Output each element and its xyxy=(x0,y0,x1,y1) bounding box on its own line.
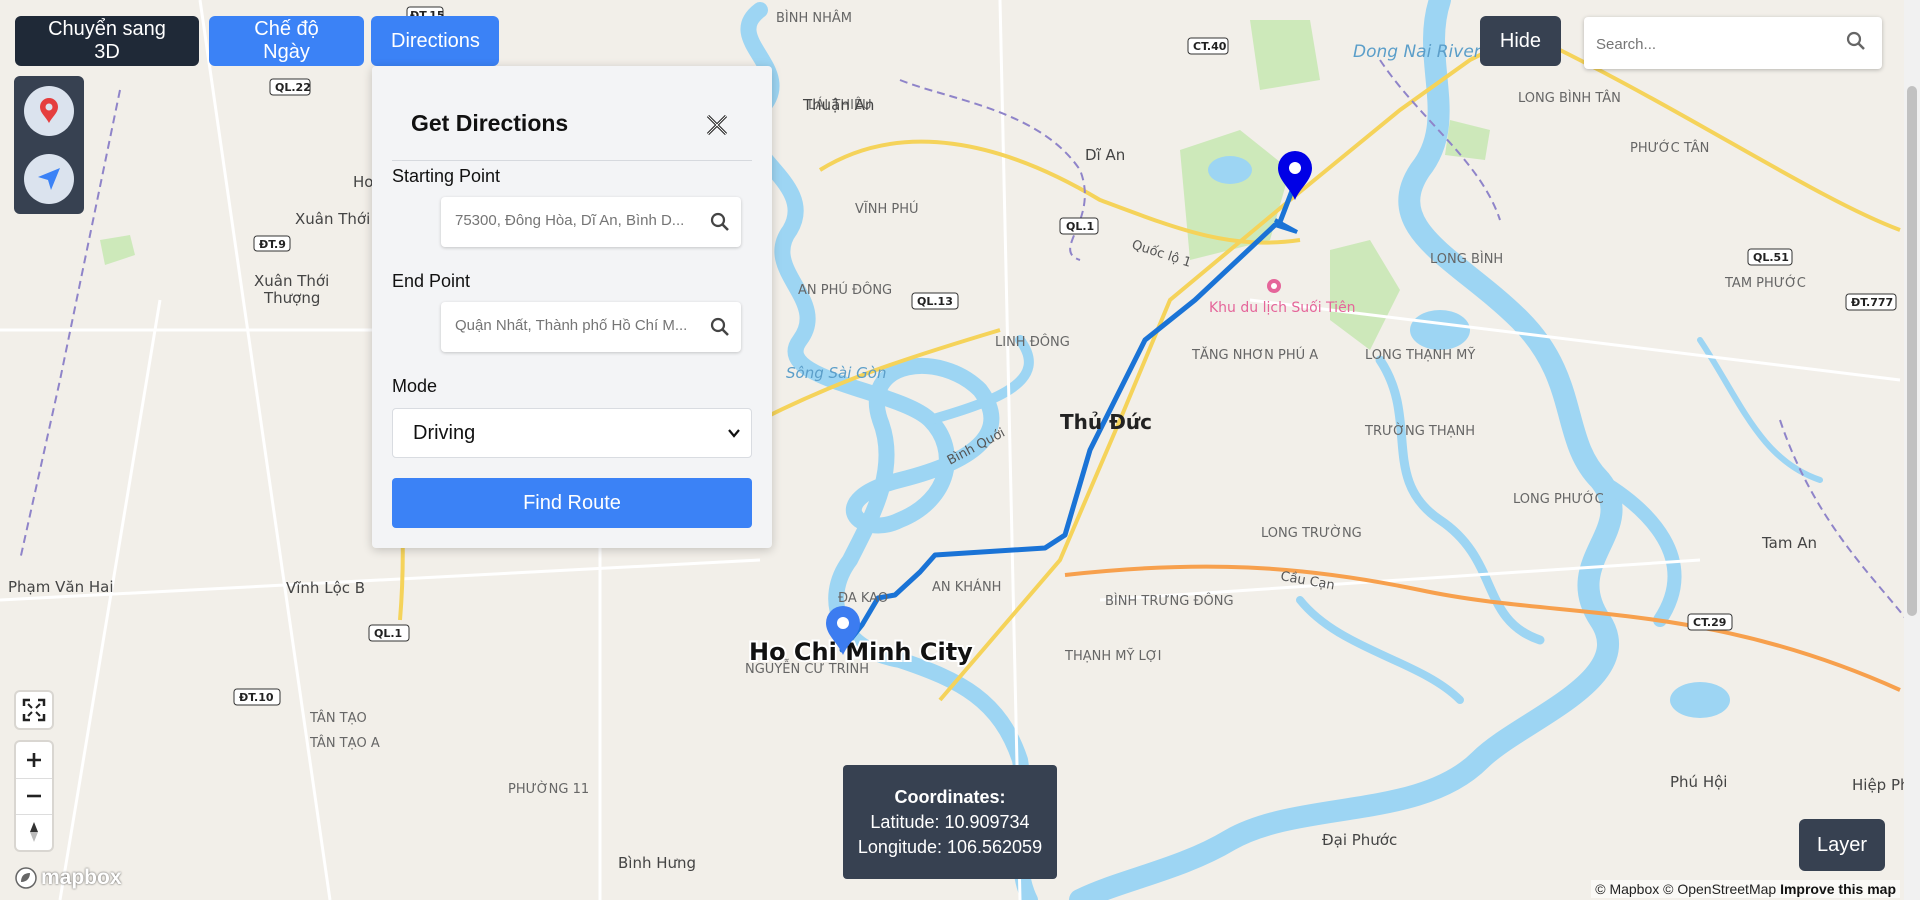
toggle-3d-button[interactable]: Chuyển sang 3D xyxy=(15,16,199,66)
route-badge: QL.22 xyxy=(275,81,311,94)
map-place-label: Phạm Văn Hai xyxy=(8,578,114,596)
compass-icon xyxy=(30,822,38,842)
map-place-label: TĂNG NHƠN PHÚ A xyxy=(1191,347,1318,363)
mode-selected-value: Driving xyxy=(413,422,476,444)
map-place-label: LONG THẠNH MỸ xyxy=(1365,347,1475,363)
starting-point-field xyxy=(441,197,741,247)
divider xyxy=(392,160,752,161)
route-badge: QL.1 xyxy=(1066,220,1094,233)
hide-button[interactable]: Hide xyxy=(1480,16,1561,66)
directions-panel: Get Directions Starting Point End Point … xyxy=(372,66,772,548)
layer-button[interactable]: Layer xyxy=(1799,819,1885,871)
search-icon[interactable] xyxy=(1846,31,1866,51)
navigation-button[interactable] xyxy=(24,154,74,204)
river-label: Sông Sài Gòn xyxy=(786,364,886,382)
find-route-button[interactable]: Find Route xyxy=(392,478,752,528)
longitude-text: Longitude: 106.562059 xyxy=(857,837,1043,857)
attribution: © Mapbox © OpenStreetMap Improve this ma… xyxy=(1591,880,1900,898)
map-place-label: PHƯỚC TÂN xyxy=(1630,140,1709,156)
map-place-label: AN KHÁNH xyxy=(932,579,1001,595)
improve-map-link[interactable]: Improve this map xyxy=(1780,881,1896,897)
mode-select[interactable]: Driving xyxy=(392,408,752,458)
left-toolbar xyxy=(14,76,84,214)
location-pin-button[interactable] xyxy=(24,86,74,136)
navigation-arrow-icon xyxy=(38,168,60,190)
map-place-label: VĨNH PHÚ xyxy=(855,201,919,217)
panel-title: Get Directions xyxy=(411,110,569,136)
route-badge: QL.51 xyxy=(1753,251,1789,264)
map-place-label: ĐA KAO xyxy=(838,591,888,606)
coordinates-panel: Coordinates: Latitude: 10.909734 Longitu… xyxy=(843,765,1057,879)
end-point-label: End Point xyxy=(392,271,471,291)
map-place-label: Vĩnh Lộc B xyxy=(286,579,365,597)
close-icon[interactable] xyxy=(702,110,732,140)
route-badge: QL.1 xyxy=(374,627,402,640)
map-place-label: TRƯỜNG THẠNH xyxy=(1364,423,1475,439)
map-place-label: LONG TRƯỜNG xyxy=(1261,525,1362,541)
map-place-label: Đại Phước xyxy=(1322,831,1397,849)
latitude-text: Latitude: 10.909734 xyxy=(870,812,1030,832)
route-badge: QL.13 xyxy=(917,295,953,308)
attribution-mapbox[interactable]: © Mapbox xyxy=(1595,881,1659,897)
map-place-label: TAM PHƯỚC xyxy=(1724,275,1806,291)
route-badge: ĐT.777 xyxy=(1851,296,1893,309)
map-place-label: Ho xyxy=(353,173,373,191)
mapbox-logo-icon xyxy=(15,867,37,889)
map-place-label: THẠNH MỸ LỢI xyxy=(1064,648,1161,664)
coordinates-heading: Coordinates: xyxy=(894,787,1006,807)
starting-point-input[interactable] xyxy=(453,211,692,230)
end-point-field xyxy=(441,302,741,352)
search-input[interactable] xyxy=(1594,29,1838,59)
attribution-osm[interactable]: © OpenStreetMap xyxy=(1663,881,1776,897)
end-point-input[interactable] xyxy=(453,316,692,335)
map-place-label: BÌNH TRƯNG ĐÔNG xyxy=(1105,593,1234,609)
map-place-label: TÂN TẠO A xyxy=(309,735,380,751)
zoom-out-icon xyxy=(27,794,41,798)
fullscreen-control[interactable] xyxy=(16,692,52,728)
poi-label: Khu du lịch Suối Tiên xyxy=(1209,299,1356,316)
zoom-in-button[interactable] xyxy=(16,742,52,778)
scrollbar[interactable] xyxy=(1904,0,1920,900)
district-label: Thủ Đức xyxy=(1060,410,1152,434)
fullscreen-button[interactable] xyxy=(16,692,52,728)
map-place-label: Bình Hưng xyxy=(618,854,696,872)
search-icon[interactable] xyxy=(710,212,730,232)
map-place-label: Dĩ An xyxy=(1085,146,1125,164)
river-label: Dong Nai River xyxy=(1353,42,1482,62)
map-place-label: Xuân Thới xyxy=(254,272,329,290)
map-place-label: PHƯỜNG 11 xyxy=(508,781,589,797)
mode-label: Mode xyxy=(392,376,438,396)
route-badge: ĐT.10 xyxy=(239,691,274,704)
map-place-label: Thượng xyxy=(263,289,320,307)
map-place-label: LONG BÌNH TÂN xyxy=(1518,90,1621,106)
zoom-control xyxy=(16,742,52,850)
map-place-label: BÌNH NHÂM xyxy=(776,10,852,26)
map-place-label: LINH ĐÔNG xyxy=(995,334,1070,350)
map-place-label: AN PHÚ ĐÔNG xyxy=(798,282,892,298)
map-place-label: Phú Hội xyxy=(1670,773,1727,791)
search-box xyxy=(1584,17,1882,69)
directions-button[interactable]: Directions xyxy=(371,16,499,66)
mapbox-logo[interactable]: mapbox xyxy=(14,866,122,890)
map-place-label: Tam An xyxy=(1761,534,1817,552)
map-place-label: TÂN TẠO xyxy=(309,710,367,726)
fullscreen-icon xyxy=(22,698,46,722)
chevron-down-icon xyxy=(728,429,740,438)
map-place-label: Thuận An xyxy=(802,96,874,114)
route-badge: CT.29 xyxy=(1693,616,1726,629)
map-place-label: LONG PHƯỚC xyxy=(1513,491,1604,507)
day-mode-button[interactable]: Chế độ Ngày xyxy=(209,16,364,66)
starting-point-label: Starting Point xyxy=(392,166,501,186)
zoom-out-button[interactable] xyxy=(16,778,52,814)
route-badge: ĐT.9 xyxy=(259,238,286,251)
map-place-label: LONG BÌNH xyxy=(1430,251,1503,267)
location-pin-icon xyxy=(40,98,58,123)
zoom-in-icon xyxy=(27,753,41,767)
search-icon[interactable] xyxy=(710,317,730,337)
route-badge: CT.40 xyxy=(1193,40,1227,53)
scrollbar-thumb[interactable] xyxy=(1907,86,1917,616)
city-label: Ho Chi Minh City xyxy=(749,638,973,666)
compass-button[interactable] xyxy=(16,814,52,850)
mapbox-logo-text: mapbox xyxy=(41,866,122,889)
